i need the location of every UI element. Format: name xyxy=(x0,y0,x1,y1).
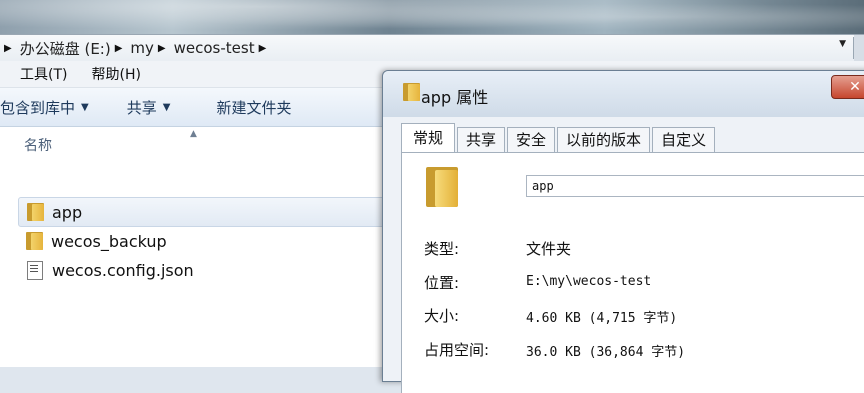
new-folder-button[interactable]: 新建文件夹 xyxy=(216,97,291,118)
folder-icon xyxy=(403,83,420,101)
breadcrumb-separator-start[interactable]: ▶ xyxy=(0,43,20,54)
general-tab-panel: 类型: 文件夹 位置: E:\my\wecos-test 大小: 4.60 KB… xyxy=(401,152,864,393)
list-item-wecos-backup[interactable]: wecos_backup xyxy=(18,227,388,255)
caret-down-icon: ▼ xyxy=(81,101,89,113)
item-label: app xyxy=(52,202,83,222)
menu-help[interactable]: 帮助(H) xyxy=(91,64,140,84)
type-label: 类型: xyxy=(424,240,460,258)
item-label: wecos.config.json xyxy=(52,260,194,280)
button-label: 包含到库中 xyxy=(0,98,76,117)
folder-icon xyxy=(26,232,43,250)
size-label: 大小: xyxy=(424,307,460,325)
share-button[interactable]: 共享 ▼ xyxy=(127,97,171,118)
caret-down-icon: ▼ xyxy=(162,101,171,113)
properties-dialog: app 属性 ✕ 常规 共享 安全 以前的版本 自定义 类型: 文件夹 位置: … xyxy=(382,70,864,393)
list-item-wecos-config-json[interactable]: wecos.config.json xyxy=(18,256,388,284)
address-dropdown-icon[interactable]: ▼ xyxy=(839,39,846,49)
tab-sharing[interactable]: 共享 xyxy=(457,127,506,152)
dialog-title: app 属性 xyxy=(421,88,489,107)
chevron-right-icon[interactable]: ▶ xyxy=(158,43,166,54)
location-label: 位置: xyxy=(424,274,460,292)
tab-customize[interactable]: 自定义 xyxy=(652,127,716,152)
breadcrumb-label: my xyxy=(130,39,154,57)
button-label: 新建文件夹 xyxy=(216,98,292,117)
refresh-button[interactable] xyxy=(854,35,864,61)
close-icon: ✕ xyxy=(849,79,861,95)
item-label: wecos_backup xyxy=(51,231,167,251)
folder-name-input[interactable] xyxy=(526,175,864,197)
button-label: 共享 xyxy=(126,98,157,117)
menu-tools[interactable]: 工具(T) xyxy=(20,64,67,84)
tab-general[interactable]: 常规 xyxy=(401,123,456,152)
breadcrumb-label: wecos-test xyxy=(173,39,255,57)
tab-previous-versions[interactable]: 以前的版本 xyxy=(557,127,651,152)
sort-ascending-icon: ▲ xyxy=(190,129,197,139)
close-button[interactable]: ✕ xyxy=(831,75,864,99)
breadcrumb-my[interactable]: my ▶ xyxy=(130,39,173,57)
chevron-right-icon: ▶ xyxy=(4,42,12,54)
breadcrumb-wecos-test[interactable]: wecos-test ▶ xyxy=(174,39,275,57)
size-on-disk-value: 36.0 KB (36,864 字节) xyxy=(526,345,686,360)
tab-security[interactable]: 安全 xyxy=(507,127,556,152)
tab-strip: 常规 共享 安全 以前的版本 自定义 xyxy=(401,123,717,152)
chevron-right-icon[interactable]: ▶ xyxy=(259,43,267,54)
breadcrumb-drive[interactable]: 办公磁盘 (E:) ▶ xyxy=(20,38,131,59)
include-in-library-button[interactable]: 包含到库中 ▼ xyxy=(0,97,89,118)
document-icon xyxy=(27,260,43,280)
list-item-app[interactable]: app xyxy=(18,197,390,227)
type-value: 文件夹 xyxy=(526,240,572,258)
folder-icon xyxy=(27,203,44,221)
size-value: 4.60 KB (4,715 字节) xyxy=(526,311,678,326)
size-on-disk-label: 占用空间: xyxy=(424,341,490,359)
window-glass-frame xyxy=(0,0,864,34)
column-header-name[interactable]: 名称 xyxy=(24,135,52,155)
chevron-right-icon[interactable]: ▶ xyxy=(115,43,123,54)
dialog-title-bar[interactable]: app 属性 ✕ xyxy=(383,71,864,117)
folder-icon xyxy=(426,167,458,207)
address-bar[interactable]: ▶ 办公磁盘 (E:) ▶ my ▶ wecos-test ▶ ▼ xyxy=(0,34,864,62)
breadcrumb-label: 办公磁盘 (E:) xyxy=(19,39,111,58)
location-value: E:\my\wecos-test xyxy=(526,274,652,289)
